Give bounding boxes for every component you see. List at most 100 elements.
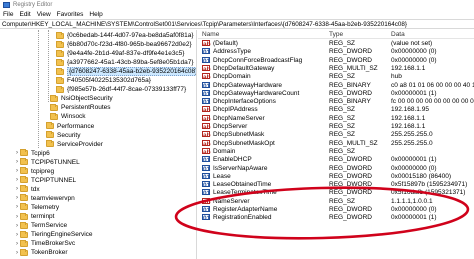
tree-item[interactable]: › TimeBrokerSvc [14,239,75,248]
column-type-header[interactable]: Type [329,31,343,38]
tree-item-label: Security [57,131,81,139]
value-type: REG_DWORD [329,189,372,197]
tree-item[interactable]: Winsock [44,112,86,121]
value-row[interactable]: ab DhcpSubnetMask REG_SZ 255.255.255.0 [198,131,474,139]
string-value-icon: ab [202,114,211,123]
tree-item[interactable]: › terminpt [14,212,54,221]
menu-file[interactable]: File [3,11,13,18]
value-row[interactable]: ab DhcpDomain REG_SZ hub [198,73,474,81]
tree-item-label: terminpt [31,213,55,220]
tree-item[interactable]: › tcpipreg [14,167,54,176]
tree-item-label: TCPIPTUNNEL [31,176,77,184]
tree-item[interactable]: {9e4a4fe-2b1d-49af-837e-df9fe4e1e3c5} [50,49,184,58]
value-type: REG_BINARY [329,81,371,89]
tree-item[interactable]: ServiceProvider [40,140,103,149]
value-name: DhcpDomain [213,73,251,81]
tree-item[interactable]: {f985e57b-26df-44f7-8cae-07339133ff77} [50,85,186,94]
tree-item[interactable]: {6b80d70c-f23d-4f80-965b-bea96672d0e2} [50,40,192,49]
tree-item[interactable]: › Tcpip6 [14,149,50,158]
tree-item[interactable]: › tdx [14,185,40,194]
value-data: 192.168.1.95 [391,106,429,114]
value-data: 0x00000000 (0) [391,206,437,213]
value-name: IsServerNapAware [213,164,268,172]
value-data: 0x00000001 (1) [391,214,437,222]
value-row[interactable]: 01 DhcpConnForceBroadcastFlag REG_DWORD 0x0… [198,56,474,65]
folder-icon [56,31,64,39]
folder-icon [56,67,64,75]
tree-item-label: Tcpip6 [31,149,50,157]
tree-item-label: TermService [31,222,68,230]
address-path[interactable]: Computer\HKEY_LOCAL_MACHINE\SYSTEM\Contr… [2,21,407,28]
tree-item[interactable]: › TCPIP6TUNNEL [14,158,80,167]
tree-item[interactable]: › Telemetry [14,203,59,212]
tree-item[interactable]: NsiObjectSecurity [44,94,113,103]
value-row[interactable]: 01 Lease REG_DWORD 0x00015180 (86400) [198,172,474,181]
tree-item[interactable]: Security [40,131,80,140]
window-title: Registry Editor [13,1,53,8]
key-tree[interactable]: {0c6bedab-144f-4d07-97ea-be8da5af0f81a} {… [0,30,197,259]
value-row[interactable]: ab DhcpIPAddress REG_SZ 192.168.1.95 [198,106,474,114]
values-pane[interactable]: Name Type Data ab (Default) REG_SZ (value n… [198,30,474,259]
menu-favorites[interactable]: Favorites [57,11,84,18]
value-type: REG_SZ [329,73,356,81]
tree-guide-line [38,30,39,148]
tree-item[interactable]: Performance [40,122,94,131]
value-data: 0x00015180 (86400) [391,172,451,180]
value-name: LeaseTerminatesTime [213,189,277,197]
tree-item-label: NsiObjectSecurity [61,95,113,103]
value-row[interactable]: ab Domain REG_SZ [198,147,474,156]
tree-item[interactable]: › teamviewervpn [14,194,75,203]
address-bar[interactable]: Computer\HKEY_LOCAL_MACHINE\SYSTEM\Contr… [0,19,474,29]
value-type: REG_SZ [329,131,356,139]
value-type: REG_SZ [329,40,356,47]
column-data-header[interactable]: Data [391,31,405,38]
value-row[interactable]: 01 DhcpInterfaceOptions REG_BINARY fc 00 00… [198,98,474,106]
value-row[interactable]: ab (Default) REG_SZ (value not set) [198,40,474,48]
value-row[interactable]: 01 DhcpGatewayHardware REG_BINARY c0 a8 01 … [198,81,474,90]
value-row[interactable]: 01 IsServerNapAware REG_DWORD 0x00000000 (0… [198,164,474,173]
tree-item-label: TieringEngineService [31,231,93,239]
tree-item[interactable]: › TCPIPTUNNEL [14,176,76,185]
tree-item[interactable]: PersistentRoutes [44,103,111,112]
value-row[interactable]: 01 LeaseTerminatesTime REG_DWORD 0x5f16dafb… [198,189,474,197]
value-row[interactable]: ab NameServer REG_SZ 1.1.1.1,1.0.0.1 [198,197,474,206]
tree-item[interactable]: › TieringEngineService [14,230,93,239]
value-data: 0x00000001 (1) [391,156,437,164]
binary-value-icon: 01 [202,156,211,165]
binary-value-icon: 01 [202,189,211,198]
tree-item-label: {6b80d70c-f23d-4f80-965b-bea96672d0e2} [67,41,192,49]
tree-item[interactable]: {d7608247-6338-45aa-b2eb-935220164c08} [50,67,196,77]
tree-item[interactable]: › TermService [14,221,67,230]
value-data: 0x5f15897b (1595234971) [391,181,468,189]
value-name: DhcpServer [213,123,248,130]
binary-value-icon: 01 [202,89,211,98]
value-row[interactable]: ab DhcpServer REG_SZ 192.168.1.1 [198,123,474,131]
value-row[interactable]: ab DhcpNameServer REG_SZ 192.168.1.1 [198,114,474,123]
menu-view[interactable]: View [37,11,51,18]
value-name: RegistrationEnabled [213,214,272,222]
tree-item[interactable]: › TokenBroker [14,248,68,257]
value-row[interactable]: 01 DhcpGatewayHardwareCount REG_DWORD 0x000… [198,89,474,98]
value-row[interactable]: ab DhcpSubnetMaskOpt REG_MULTI_SZ 255.255.2… [198,139,474,148]
registry-editor-icon [3,1,10,8]
value-row[interactable]: 01 AddressType REG_DWORD 0x00000000 (0) [198,48,474,56]
value-row[interactable]: 01 LeaseObtainedTime REG_DWORD 0x5f15897b (… [198,181,474,189]
tree-item[interactable]: {0c6bedab-144f-4d07-97ea-be8da5af0f81a} [50,31,194,40]
column-name-header[interactable]: Name [202,31,219,38]
menu-help[interactable]: Help [89,11,102,18]
value-type: REG_SZ [329,197,356,205]
value-row[interactable]: ab DhcpDefaultGateway REG_MULTI_SZ 192.168.… [198,64,474,73]
value-row[interactable]: 01 EnableDHCP REG_DWORD 0x00000001 (1) [198,156,474,164]
string-value-icon: ab [202,106,211,115]
value-name: DhcpGatewayHardware [213,81,283,89]
menu-edit[interactable]: Edit [19,11,30,18]
value-row[interactable]: 01 RegistrationEnabled REG_DWORD 0x00000001… [198,214,474,222]
binary-value-icon: 01 [202,164,211,173]
binary-value-icon: 01 [202,81,211,90]
tree-item[interactable]: F40505f40225135302d765a} [50,76,151,85]
value-row[interactable]: 01 RegisterAdapterName REG_DWORD 0x00000000… [198,206,474,214]
tree-item[interactable]: {a3977662-45a1-43cb-89ba-5ef8e05b1da7} [50,58,194,67]
value-name: EnableDHCP [213,156,252,164]
folder-icon [20,203,28,211]
value-type: REG_SZ [329,106,356,114]
